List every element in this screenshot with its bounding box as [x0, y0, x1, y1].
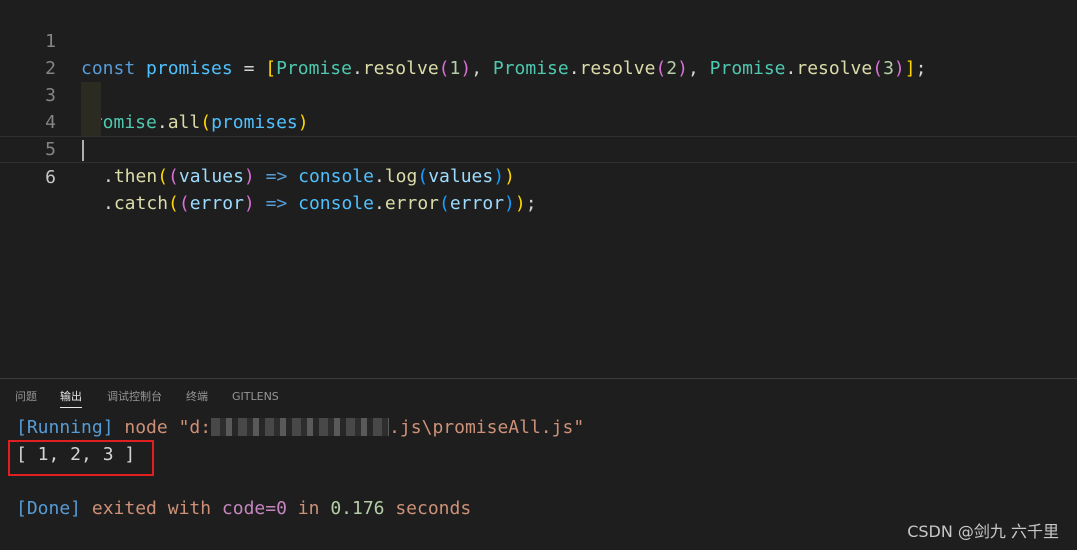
watermark: CSDN @剑九 六千里 [907, 522, 1059, 541]
output-line-running: [Running] node "d: .js\promiseAll.js" [16, 414, 584, 441]
panel-tabs: 问题 输出 调试控制台 终端 GITLENS [0, 379, 1077, 413]
identifier-console: console [298, 193, 374, 214]
tab-debug-console[interactable]: 调试控制台 [107, 389, 162, 405]
exited-with-text: exited with [81, 498, 222, 519]
arrow: => [254, 193, 299, 214]
param-error: error [189, 193, 244, 214]
redacted-path [211, 418, 390, 436]
paren: ) [493, 166, 505, 187]
paren: ) [514, 193, 526, 214]
semicolon: ; [525, 193, 537, 214]
file-path-tail: .js\promiseAll.js" [389, 417, 585, 438]
dot: . [103, 193, 114, 214]
dot: . [373, 166, 385, 187]
paren: ( [417, 166, 429, 187]
line-code: .catch((error) => console.error(error)); [103, 190, 537, 217]
editor-line-3[interactable]: 3 Promise.all(promises) [0, 55, 1077, 133]
text-cursor [82, 140, 84, 161]
dot: . [103, 166, 114, 187]
tab-output[interactable]: 输出 [60, 389, 82, 408]
indent-guide [81, 82, 101, 109]
paren: ( [439, 193, 450, 214]
indent-guide [81, 109, 101, 136]
method-catch: catch [113, 193, 169, 214]
editor-line-5[interactable]: 5 .catch((error) => console.error(error)… [0, 109, 1077, 214]
param-values: values [178, 166, 244, 187]
line-number: 6 [45, 167, 56, 188]
output-line-done: [Done] exited with code=0 in 0.176 secon… [16, 495, 471, 522]
editor-line-6[interactable]: 6 [0, 136, 1077, 188]
elapsed-seconds: 0.176 [330, 498, 385, 519]
result-highlight-box [8, 440, 154, 476]
exit-code: code=0 [221, 498, 287, 519]
paren: ) [243, 166, 255, 187]
paren: ) [504, 193, 515, 214]
node-command: node "d: [113, 417, 212, 438]
method-log: log [384, 166, 418, 187]
code-editor[interactable]: 1 const promises = [Promise.resolve(1), … [0, 0, 1077, 378]
in-text: in [286, 498, 331, 519]
bottom-panel: 问题 输出 调试控制台 终端 GITLENS [Running] node "d… [0, 378, 1077, 550]
dot: . [373, 193, 385, 214]
arg-error: error [449, 193, 505, 214]
editor-line-4[interactable]: 4 .then((values) => console.log(values)) [0, 82, 1077, 187]
paren: ( [157, 166, 169, 187]
arrow: => [254, 166, 299, 187]
tab-gitlens[interactable]: GITLENS [232, 389, 279, 405]
identifier-console: console [298, 166, 374, 187]
seconds-text: seconds [384, 498, 472, 519]
method-error: error [384, 193, 439, 214]
method-then: then [113, 166, 158, 187]
editor-line-2[interactable]: 2 [0, 28, 1077, 79]
tab-problems[interactable]: 问题 [15, 389, 37, 405]
paren: ) [504, 166, 515, 187]
paren: ( [178, 193, 190, 214]
tab-terminal[interactable]: 终端 [186, 389, 208, 405]
paren: ( [168, 166, 179, 187]
paren: ( [168, 193, 179, 214]
arg-values: values [428, 166, 494, 187]
running-status: [Running] [16, 417, 114, 438]
line-code: .then((values) => console.log(values)) [103, 163, 515, 190]
paren: ) [243, 193, 255, 214]
editor-line-1[interactable]: 1 const promises = [Promise.resolve(1), … [0, 1, 1077, 79]
done-status: [Done] [16, 498, 82, 519]
